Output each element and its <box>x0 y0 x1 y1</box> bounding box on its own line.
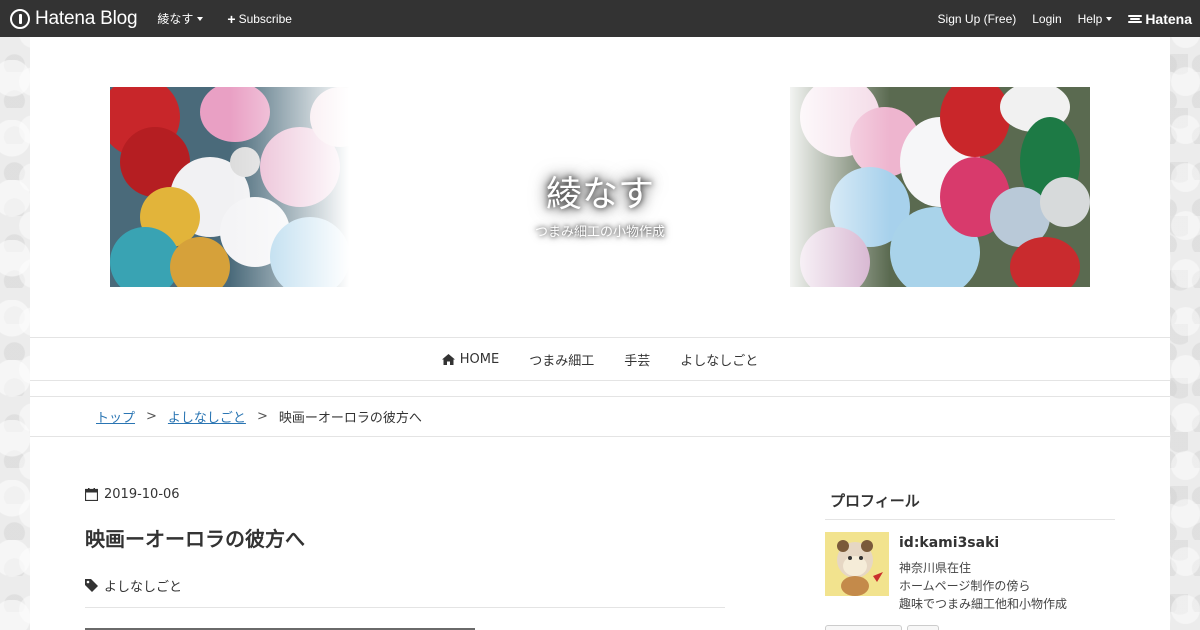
entry-divider <box>85 607 725 608</box>
reader-button[interactable] <box>825 625 902 630</box>
subscribe-label: Subscribe <box>238 11 292 26</box>
hatena-link[interactable]: Hatena <box>1128 11 1192 27</box>
entry-title[interactable]: 映画ーオーロラの彼方へ <box>85 523 305 552</box>
help-dropdown[interactable]: Help <box>1078 12 1113 26</box>
breadcrumb: トップ > よしなしごと > 映画ーオーロラの彼方へ <box>30 397 1170 437</box>
entry-date[interactable]: 2019-10-06 <box>85 487 180 502</box>
profile-line: ホームページ制作の傍ら <box>899 579 1031 593</box>
blog-menu-label: 綾なす <box>157 12 194 26</box>
calendar-icon <box>85 488 98 501</box>
hatena-label: Hatena <box>1145 10 1192 27</box>
header-right-links: Sign Up (Free) Login Help Hatena <box>922 0 1200 37</box>
chevron-down-icon <box>197 16 204 21</box>
profile-avatar[interactable] <box>825 532 889 596</box>
nav-item-shugei[interactable]: 手芸 <box>624 350 650 369</box>
profile-heading: プロフィール <box>825 490 1115 520</box>
nav-item-label: HOME <box>459 351 500 367</box>
profile-line: 神奈川県在住 <box>899 561 972 575</box>
blog-title[interactable]: 綾なす <box>110 165 1090 217</box>
chevron-down-icon <box>1106 16 1113 21</box>
hatena-mark-icon <box>1128 14 1143 24</box>
tag-icon <box>85 579 98 592</box>
blog-menu-dropdown[interactable]: 綾なす <box>157 10 204 27</box>
profile-description: 神奈川県在住 ホームページ制作の傍ら 趣味でつまみ細工他和小物作成 <box>899 559 1067 613</box>
breadcrumb-top-link[interactable]: トップ <box>96 407 135 426</box>
plus-icon: + <box>227 10 236 27</box>
entry-date-text: 2019-10-06 <box>104 487 180 502</box>
entry-category[interactable]: よしなしごと <box>85 576 182 595</box>
profile-id-link[interactable]: id:kami3saki <box>899 535 999 551</box>
hatena-blog-logo-text: Hatena Blog <box>35 7 138 29</box>
login-link[interactable]: Login <box>1032 12 1061 26</box>
hatena-logo-icon <box>10 8 30 29</box>
profile-line: 趣味でつまみ細工他和小物作成 <box>899 597 1068 611</box>
entry-category-label: よしなしごと <box>104 580 183 595</box>
hatena-blog-logo[interactable]: Hatena Blog <box>10 0 138 37</box>
global-nav: HOME つまみ細工 手芸 よしなしごと <box>30 337 1170 381</box>
nav-item-home[interactable]: HOME <box>441 351 500 367</box>
breadcrumb-separator: > <box>256 409 268 424</box>
help-label: Help <box>1077 11 1103 26</box>
global-header: Hatena Blog 綾なす + Subscribe Sign Up (Fre… <box>0 0 1200 37</box>
breadcrumb-current: 映画ーオーロラの彼方へ <box>278 411 422 426</box>
nav-item-tsumami[interactable]: つまみ細工 <box>529 350 594 369</box>
avatar-image <box>825 532 889 596</box>
nav-item-yoshinashigoto[interactable]: よしなしごと <box>680 350 758 369</box>
breadcrumb-category-link[interactable]: よしなしごと <box>168 407 246 426</box>
signup-link[interactable]: Sign Up (Free) <box>938 12 1017 26</box>
home-icon <box>441 353 455 365</box>
blog-header-banner[interactable]: 綾なす つまみ細工の小物作成 <box>110 87 1090 287</box>
reader-count-button[interactable] <box>907 625 939 630</box>
blog-description: つまみ細工の小物作成 <box>534 225 665 240</box>
subscribe-button[interactable]: + Subscribe <box>227 11 292 27</box>
breadcrumb-separator: > <box>146 409 157 424</box>
page-container: 綾なす つまみ細工の小物作成 HOME つまみ細工 手芸 よしなしごと トップ … <box>30 37 1170 630</box>
